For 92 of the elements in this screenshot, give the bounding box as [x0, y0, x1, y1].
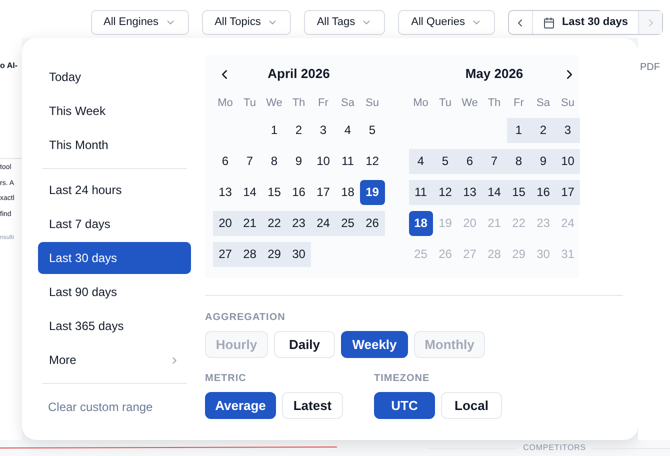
month-title: May 2026: [464, 65, 524, 84]
weekday-label: Mo: [216, 96, 234, 111]
calendar-day[interactable]: 5: [433, 148, 458, 174]
weekday-label: We: [460, 96, 479, 111]
weekday-label: We: [265, 96, 284, 111]
calendar-day[interactable]: 6: [458, 148, 482, 174]
preset-item[interactable]: This Month: [38, 129, 191, 161]
calendar-day[interactable]: 8: [506, 148, 531, 174]
option-button[interactable]: UTC: [374, 392, 435, 419]
calendar-day[interactable]: 20: [213, 210, 238, 236]
calendar-day[interactable]: 8: [262, 148, 286, 174]
calendar-day[interactable]: 17: [556, 180, 580, 204]
calendar-day[interactable]: 21: [238, 210, 262, 236]
weekday-label: Th: [486, 96, 502, 111]
section-label: AGGREGATION: [205, 311, 286, 325]
calendar-icon: [542, 16, 555, 28]
calendar-day[interactable]: 9: [531, 148, 556, 174]
section-label: METRIC: [205, 372, 248, 386]
weekday-label: Fr: [512, 96, 525, 111]
calendar-day[interactable]: 14: [238, 180, 262, 204]
calendar-day[interactable]: 22: [262, 210, 286, 236]
calendar-day[interactable]: 13: [458, 180, 482, 204]
weekday-label: Sa: [536, 96, 551, 111]
calendar-day[interactable]: 13: [213, 180, 238, 204]
weekday-label: Sa: [340, 96, 356, 111]
weekday-label: Su: [364, 96, 380, 111]
option-button[interactable]: Weekly: [341, 331, 408, 358]
calendar-day[interactable]: 1: [506, 118, 531, 142]
calendar-day[interactable]: 15: [262, 180, 286, 204]
calendar-day[interactable]: 17: [311, 180, 336, 204]
calendar-day[interactable]: 7: [482, 148, 506, 174]
calendar-day[interactable]: 2: [286, 118, 311, 142]
calendar-day[interactable]: 12: [360, 148, 384, 174]
calendar-day[interactable]: 11: [408, 180, 433, 204]
weekday-label: Th: [291, 96, 306, 111]
preset-item[interactable]: Last 30 days: [38, 242, 191, 274]
calendar-day[interactable]: 14: [482, 180, 506, 204]
option-button[interactable]: Latest: [282, 392, 343, 419]
calendar-day[interactable]: 10: [311, 148, 336, 174]
month-title: April 2026: [266, 65, 331, 84]
weekday-label: Tu: [242, 96, 257, 111]
calendar-day[interactable]: 25: [336, 210, 360, 236]
calendar-day[interactable]: 4: [408, 148, 433, 174]
calendar-day[interactable]: 5: [360, 118, 384, 142]
filter-dropdown[interactable]: All Engines: [90, 10, 189, 35]
calendar-day[interactable]: 15: [506, 180, 531, 204]
filter-dropdown[interactable]: All Queries: [398, 10, 495, 35]
calendar-day[interactable]: 28: [238, 242, 262, 266]
calendar-day[interactable]: 9: [286, 148, 311, 174]
clear-range-link[interactable]: Clear custom range: [38, 398, 191, 416]
preset-item[interactable]: Last 24 hours: [38, 174, 191, 206]
calendar-day[interactable]: 2: [531, 118, 556, 142]
calendar-day[interactable]: 16: [531, 180, 556, 204]
calendar-day[interactable]: 23: [286, 210, 311, 236]
section-label: TIMEZONE: [374, 372, 431, 386]
calendar-day[interactable]: 3: [556, 118, 580, 142]
calendar-day[interactable]: 10: [556, 148, 580, 174]
calendar-day[interactable]: 6: [213, 148, 238, 174]
preset-item[interactable]: Last 90 days: [38, 276, 191, 308]
option-button[interactable]: Local: [441, 392, 502, 419]
section-heading: COMPETITORS: [523, 442, 586, 454]
filter-dropdown[interactable]: All Tags: [304, 10, 386, 35]
calendar-day[interactable]: 1: [262, 118, 286, 142]
calendar-day[interactable]: 16: [286, 180, 311, 204]
option-button[interactable]: Average: [205, 392, 276, 419]
calendar-day[interactable]: 3: [311, 118, 336, 142]
weekday-label: Mo: [412, 96, 430, 111]
calendar-day[interactable]: 12: [433, 180, 458, 204]
calendar-day[interactable]: 24: [311, 210, 336, 236]
option-button[interactable]: Daily: [274, 331, 335, 358]
calendar-day[interactable]: 27: [213, 242, 238, 266]
calendar-day[interactable]: 18: [408, 210, 433, 236]
weekday-label: Su: [560, 96, 576, 111]
calendar-day[interactable]: 30: [286, 242, 311, 266]
preset-item[interactable]: More: [38, 344, 191, 376]
export-label: PDF: [640, 61, 661, 75]
calendar-day[interactable]: 7: [238, 148, 262, 174]
calendar-day[interactable]: 11: [336, 148, 360, 174]
calendar-day[interactable]: 19: [360, 180, 384, 204]
preset-item[interactable]: Last 7 days: [38, 208, 191, 240]
preset-item[interactable]: Today: [38, 61, 191, 93]
date-range-button[interactable]: Last 30 days: [532, 11, 638, 34]
filter-dropdown[interactable]: All Topics: [202, 10, 291, 35]
preset-item[interactable]: This Week: [38, 95, 191, 127]
calendar-day[interactable]: 18: [336, 180, 360, 204]
calendar-day[interactable]: 26: [360, 210, 384, 236]
calendar-day[interactable]: 29: [262, 242, 286, 266]
preset-item[interactable]: Last 365 days: [38, 310, 191, 342]
weekday-label: Tu: [438, 96, 452, 111]
page-heading: o AI-: [0, 60, 18, 72]
calendar-day[interactable]: 4: [336, 118, 360, 142]
weekday-label: Fr: [317, 96, 330, 111]
